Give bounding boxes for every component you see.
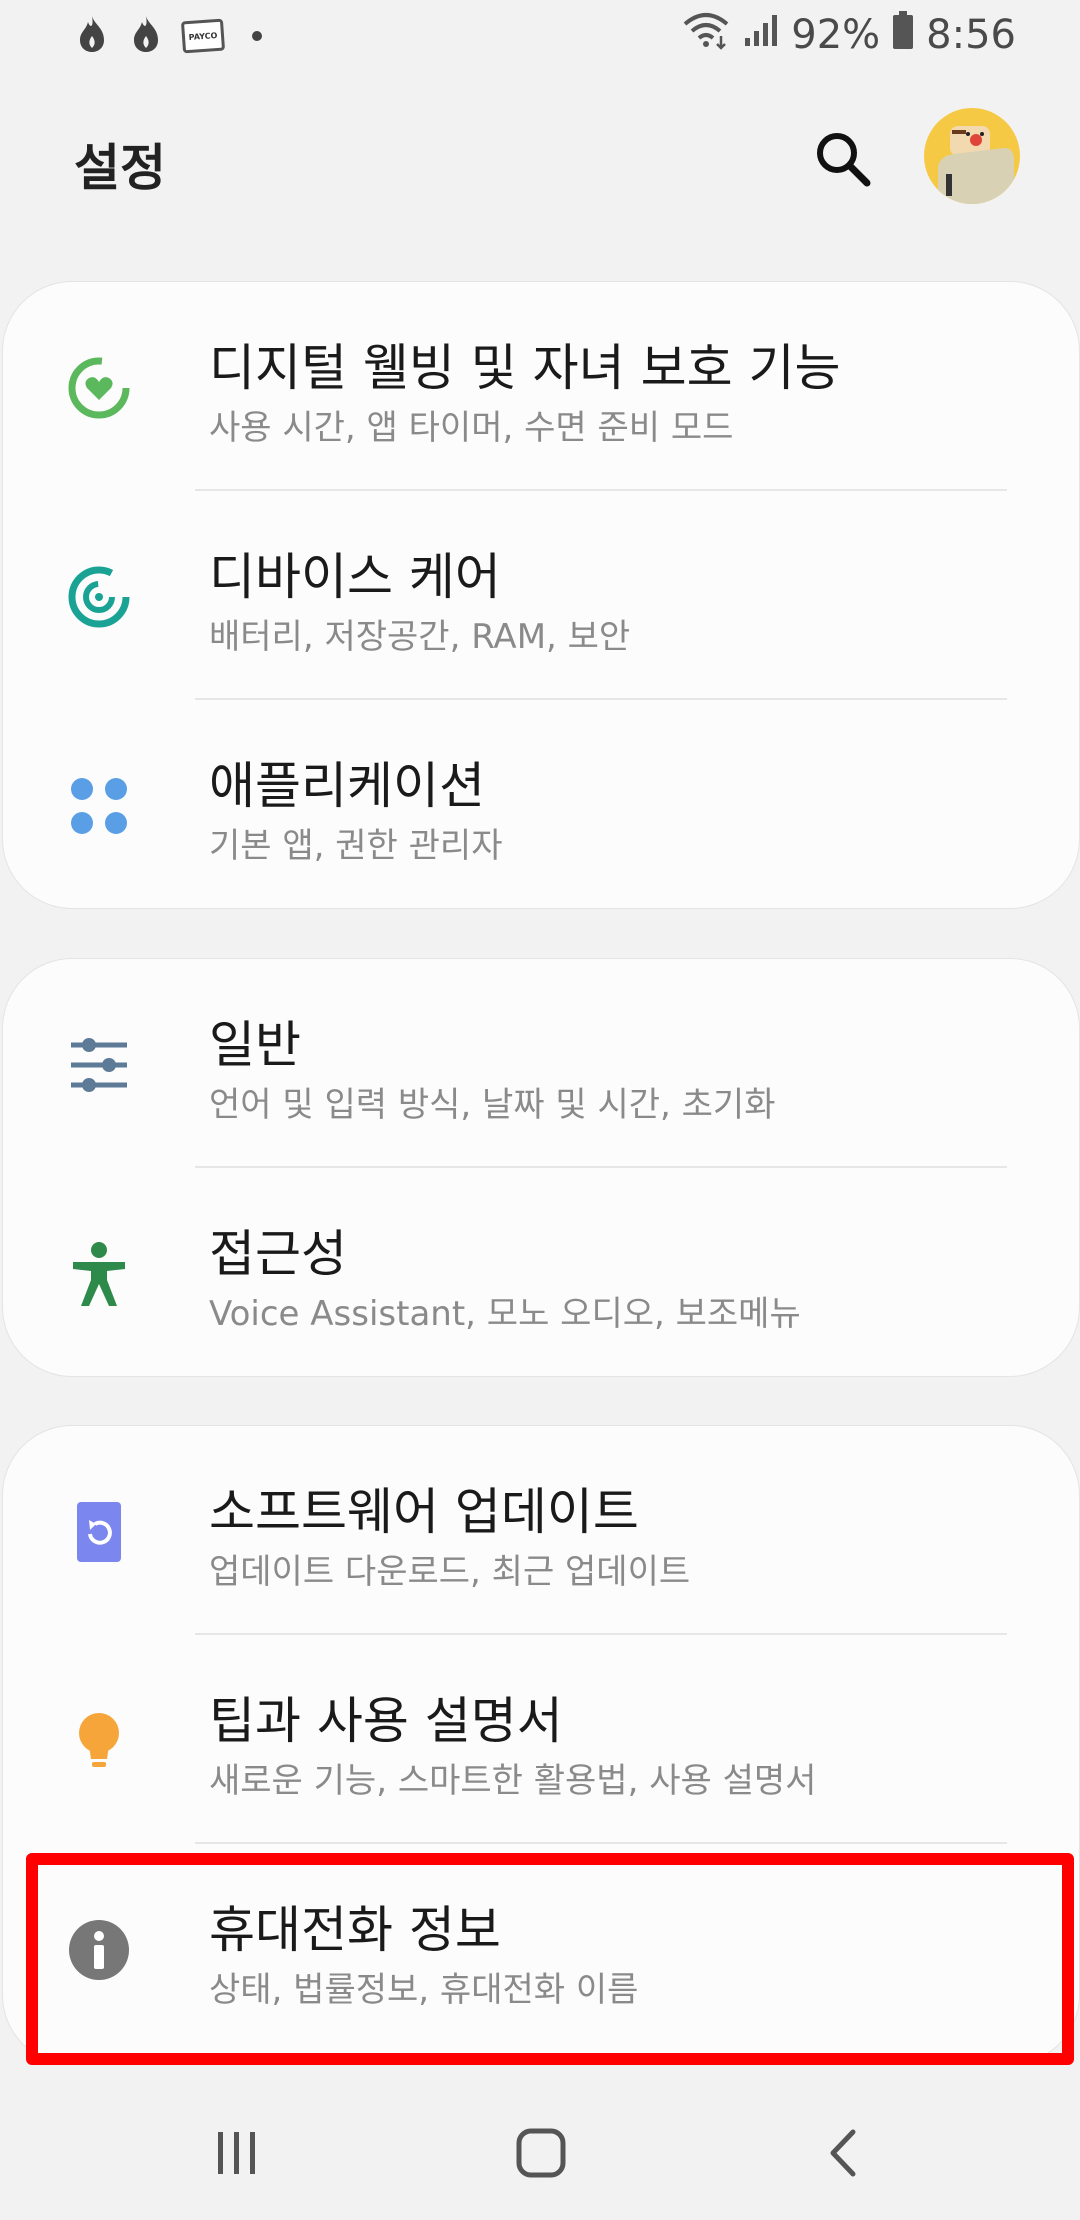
item-subtitle: 배터리, 저장공간, RAM, 보안 — [209, 617, 631, 657]
recent-apps-button[interactable] — [192, 2120, 282, 2190]
search-button[interactable] — [808, 126, 878, 196]
settings-item-software-update[interactable]: 소프트웨어 업데이트 업데이트 다운로드, 최근 업데이트 — [3, 1426, 1079, 1635]
settings-group-1: 디지털 웰빙 및 자녀 보호 기능 사용 시간, 앱 타이머, 수면 준비 모드… — [2, 281, 1080, 909]
back-button[interactable] — [798, 2120, 888, 2190]
tips-bulb-icon — [63, 1705, 135, 1777]
page-title: 설정 — [74, 139, 166, 197]
item-title: 디지털 웰빙 및 자녀 보호 기능 — [209, 339, 841, 397]
notification-dot-icon — [252, 31, 262, 41]
battery-icon — [892, 10, 914, 60]
item-title: 일반 — [209, 1016, 301, 1074]
accessibility-icon — [63, 1238, 135, 1310]
apps-icon — [63, 770, 135, 842]
signal-icon — [743, 12, 779, 58]
item-title: 소프트웨어 업데이트 — [209, 1483, 639, 1541]
settings-screen: PAYCO 92% 8:56 설정 디지털 웰빙 및 자녀 보호 기능 사용 시… — [0, 0, 1080, 2220]
settings-item-device-care[interactable]: 디바이스 케어 배터리, 저장공간, RAM, 보안 — [3, 491, 1079, 700]
item-subtitle: 사용 시간, 앱 타이머, 수면 준비 모드 — [209, 408, 734, 448]
flame-icon — [74, 14, 110, 58]
settings-item-accessibility[interactable]: 접근성 Voice Assistant, 모노 오디오, 보조메뉴 — [3, 1168, 1079, 1377]
system-status: 92% 8:56 — [681, 10, 1016, 60]
notification-icons: PAYCO — [74, 14, 262, 58]
settings-item-digital-wellbeing[interactable]: 디지털 웰빙 및 자녀 보호 기능 사용 시간, 앱 타이머, 수면 준비 모드 — [3, 282, 1079, 491]
settings-item-applications[interactable]: 애플리케이션 기본 앱, 권한 관리자 — [3, 700, 1079, 909]
software-update-icon — [63, 1496, 135, 1568]
digital-wellbeing-icon — [63, 352, 135, 424]
app-header: 설정 — [0, 100, 1080, 220]
device-care-icon — [63, 561, 135, 633]
item-subtitle: 언어 및 입력 방식, 날짜 및 시간, 초기화 — [209, 1085, 776, 1125]
item-subtitle: 기본 앱, 권한 관리자 — [209, 826, 503, 866]
recent-apps-icon — [212, 2128, 262, 2182]
home-icon — [514, 2126, 568, 2184]
item-subtitle: Voice Assistant, 모노 오디오, 보조메뉴 — [209, 1294, 801, 1334]
flame-icon — [128, 14, 164, 58]
general-sliders-icon — [63, 1029, 135, 1101]
item-subtitle: 업데이트 다운로드, 최근 업데이트 — [209, 1552, 691, 1592]
search-icon — [813, 129, 873, 193]
item-subtitle: 새로운 기능, 스마트한 활용법, 사용 설명서 — [209, 1761, 817, 1801]
back-icon — [823, 2126, 863, 2184]
item-title: 디바이스 케어 — [209, 548, 501, 606]
profile-avatar[interactable] — [924, 108, 1020, 204]
clock: 8:56 — [926, 12, 1016, 58]
battery-percent: 92% — [791, 12, 881, 58]
item-title: 애플리케이션 — [209, 757, 485, 815]
settings-item-general[interactable]: 일반 언어 및 입력 방식, 날짜 및 시간, 초기화 — [3, 959, 1079, 1168]
status-bar: PAYCO 92% 8:56 — [0, 0, 1080, 76]
settings-group-2: 일반 언어 및 입력 방식, 날짜 및 시간, 초기화 접근성 Voice As… — [2, 958, 1080, 1377]
wifi-icon — [681, 10, 731, 60]
highlight-box — [26, 1853, 1074, 2065]
item-title: 팁과 사용 설명서 — [209, 1692, 563, 1750]
item-title: 접근성 — [209, 1225, 347, 1283]
home-button[interactable] — [496, 2120, 586, 2190]
navigation-bar — [0, 2090, 1080, 2220]
payco-icon: PAYCO — [180, 18, 226, 54]
settings-item-tips-manual[interactable]: 팁과 사용 설명서 새로운 기능, 스마트한 활용법, 사용 설명서 — [3, 1635, 1079, 1844]
